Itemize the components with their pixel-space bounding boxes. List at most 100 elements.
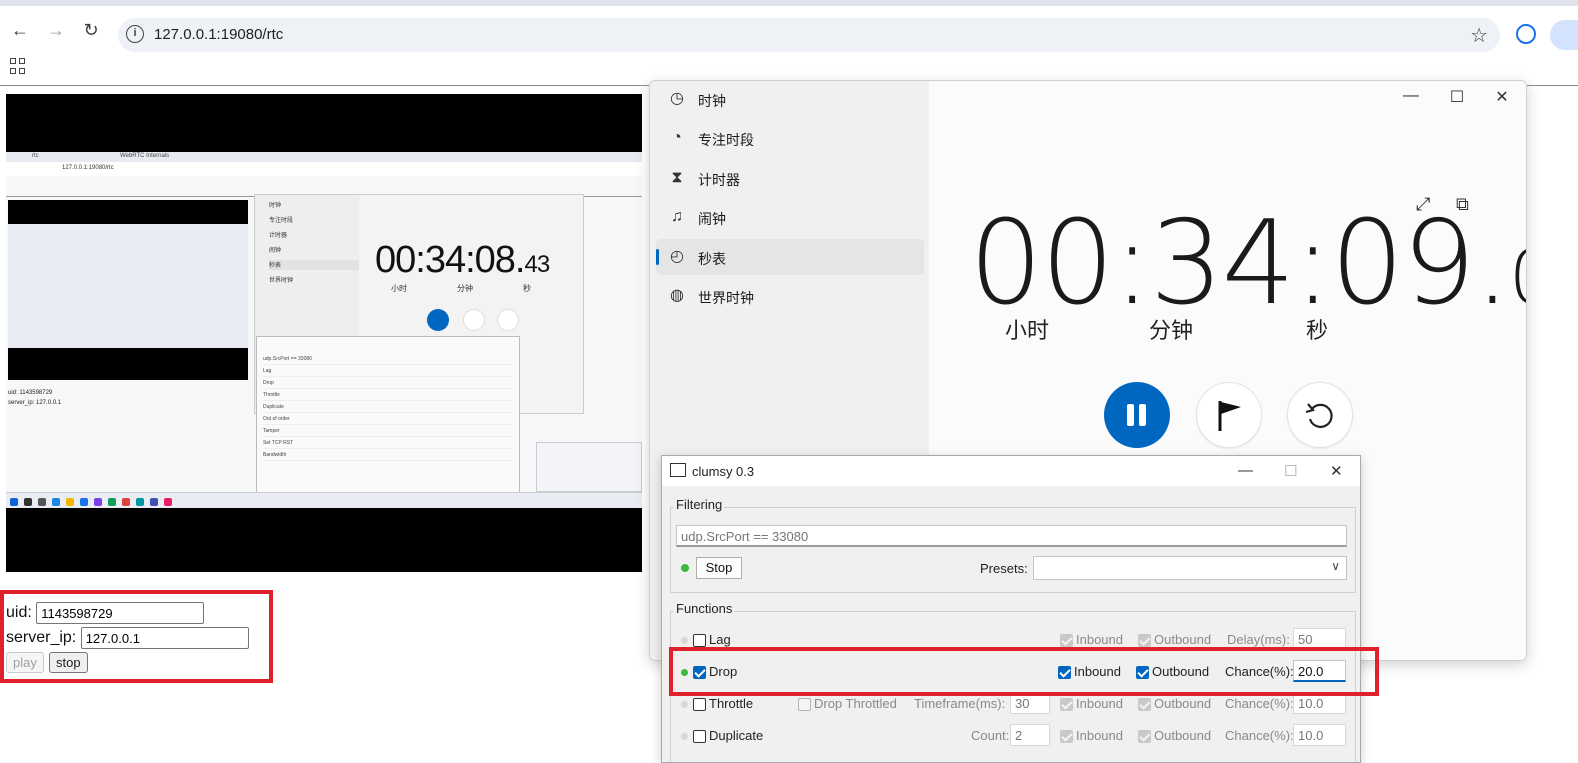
- unit-hours: 小时: [1005, 318, 1050, 343]
- duplicate-inbound-checkbox[interactable]: [1060, 730, 1073, 743]
- lag-enable-checkbox[interactable]: [693, 634, 706, 647]
- row-status-led: [681, 733, 688, 740]
- lag-outbound-checkbox[interactable]: [1138, 634, 1151, 647]
- profile-icon[interactable]: [1516, 24, 1536, 44]
- presets-select[interactable]: ∨: [1033, 556, 1347, 580]
- stopwatch-time: 00:34:09.08: [969, 199, 1526, 343]
- time-fraction: 08: [1509, 235, 1526, 321]
- chevron-down-icon: ∨: [1331, 559, 1340, 573]
- sidebar-item-world-clock[interactable]: ◍ 世界时钟: [656, 278, 924, 314]
- throttle-enable-checkbox[interactable]: [693, 698, 706, 711]
- reset-icon: [1305, 403, 1333, 428]
- mini-row: Set TCP RST: [263, 437, 513, 449]
- functions-label: Functions: [674, 601, 735, 616]
- throttle-inbound-checkbox[interactable]: [1060, 698, 1073, 711]
- lag-inbound-label: Inbound: [1076, 632, 1123, 647]
- clumsy-title: clumsy 0.3: [692, 464, 755, 479]
- duplicate-chance-input[interactable]: 10.0: [1293, 724, 1346, 746]
- stopwatch-icon: ◴: [670, 248, 684, 265]
- lag-label: Lag: [709, 632, 731, 647]
- mini-snipping-tool: [536, 442, 642, 492]
- sidebar-item-label: 专注时段: [698, 132, 754, 148]
- address-url[interactable]: 127.0.0.1:19080/rtc: [154, 26, 283, 43]
- lap-button[interactable]: [1196, 382, 1262, 448]
- reload-icon[interactable]: ↻: [77, 18, 105, 42]
- sidebar-item-stopwatch[interactable]: ◴ 秒表: [656, 239, 924, 275]
- duplicate-outbound-label: Outbound: [1154, 728, 1212, 743]
- mini-form: uid: 1143598729 server_ip: 127.0.0.1: [8, 388, 61, 408]
- mini-reset-icon: [497, 309, 519, 331]
- mini-uid: uid: 1143598729: [8, 390, 53, 396]
- server-ip-input[interactable]: [80, 627, 249, 649]
- clumsy-minimize-icon[interactable]: —: [1238, 462, 1253, 479]
- bell-icon: ♫: [671, 208, 683, 225]
- mini-side-item: 世界时钟: [269, 278, 294, 284]
- unit-seconds: 秒: [1306, 318, 1329, 343]
- mini-unit: 秒: [523, 284, 531, 293]
- duplicate-inbound-label: Inbound: [1076, 728, 1123, 743]
- mini-row: Bandwidth: [263, 449, 513, 461]
- close-icon[interactable]: ✕: [1479, 87, 1525, 107]
- duplicate-label: Duplicate: [709, 728, 764, 743]
- clumsy-close-icon[interactable]: ✕: [1330, 462, 1343, 480]
- mini-row: Duplicate: [263, 401, 513, 413]
- throttle-label: Throttle: [709, 696, 754, 711]
- forward-icon[interactable]: →: [42, 18, 70, 42]
- address-bar[interactable]: i 127.0.0.1:19080/rtc ☆: [118, 18, 1500, 52]
- pause-button[interactable]: [1104, 382, 1170, 448]
- mini-url: 127.0.0.1:19080/rtc: [62, 165, 114, 171]
- sidebar-item-label: 闹钟: [698, 211, 726, 227]
- reset-button[interactable]: [1287, 382, 1353, 448]
- sidebar-item-timer[interactable]: ⧗ 计时器: [656, 160, 924, 196]
- count-input[interactable]: 2: [1010, 724, 1050, 746]
- filtering-group: [670, 507, 1356, 593]
- mini-tab-strip: rtc WebRTC Internals: [6, 152, 642, 162]
- mini-row: Lag: [263, 365, 513, 377]
- uid-label: uid:: [6, 604, 32, 622]
- apps-grid-icon[interactable]: [10, 58, 26, 74]
- sidebar-item-alarm[interactable]: ♫ 闹钟: [656, 199, 924, 235]
- mini-row: Tamper: [263, 425, 513, 437]
- mini-flag-icon: [463, 309, 485, 331]
- maximize-icon[interactable]: ☐: [1434, 87, 1480, 107]
- bookmark-star-icon[interactable]: ☆: [1470, 23, 1488, 48]
- site-info-icon[interactable]: i: [126, 25, 144, 43]
- stop-button[interactable]: stop: [49, 652, 88, 673]
- clumsy-maximize-icon[interactable]: ☐: [1284, 462, 1297, 480]
- mini-row: Out of order: [263, 413, 513, 425]
- filter-input[interactable]: udp.SrcPort == 33080: [676, 525, 1347, 547]
- throttle-param-label: Chance(%):: [1225, 696, 1294, 711]
- play-button[interactable]: play: [6, 652, 44, 673]
- back-icon[interactable]: ←: [6, 18, 34, 42]
- mini-server: server_ip: 127.0.0.1: [8, 400, 62, 406]
- sidebar-item-focus[interactable]: ◔ 专注时段: [656, 120, 924, 156]
- mini-time-frac: 43: [524, 251, 550, 278]
- extension-button[interactable]: [1550, 20, 1578, 50]
- lag-outbound-label: Outbound: [1154, 632, 1212, 647]
- throttle-inbound-label: Inbound: [1076, 696, 1123, 711]
- uid-input[interactable]: [36, 602, 205, 624]
- lag-inbound-checkbox[interactable]: [1060, 634, 1073, 647]
- mini-time-main: 00:34:08.: [375, 239, 525, 281]
- duplicate-enable-checkbox[interactable]: [693, 730, 706, 743]
- remote-video: rtc WebRTC Internals 127.0.0.1:19080/rtc…: [6, 94, 642, 572]
- sidebar-item-label: 秒表: [698, 251, 726, 267]
- mini-side-item: 专注时段: [269, 218, 294, 224]
- mini-video-inner: [8, 224, 248, 348]
- duplicate-outbound-checkbox[interactable]: [1138, 730, 1151, 743]
- sidebar-item-clock[interactable]: ◷ 时钟: [656, 81, 924, 117]
- clumsy-stop-button[interactable]: Stop: [696, 557, 742, 579]
- mini-side-item: 秒表: [269, 260, 359, 270]
- throttle-outbound-label: Outbound: [1154, 696, 1212, 711]
- mini-taskbar: [6, 492, 642, 508]
- row-status-led: [681, 637, 688, 644]
- minimize-icon[interactable]: —: [1388, 87, 1434, 105]
- mini-filter: udp.SrcPort == 33080: [263, 353, 513, 365]
- sidebar-item-label: 世界时钟: [698, 290, 754, 306]
- active-indicator: [656, 249, 659, 265]
- sidebar-item-label: 计时器: [698, 172, 740, 188]
- browser-toolbar: ← → ↻ i 127.0.0.1:19080/rtc ☆: [0, 6, 1578, 52]
- throttle-outbound-checkbox[interactable]: [1138, 698, 1151, 711]
- unit-minutes: 分钟: [1149, 318, 1194, 343]
- drop-throttled-checkbox[interactable]: [798, 698, 811, 711]
